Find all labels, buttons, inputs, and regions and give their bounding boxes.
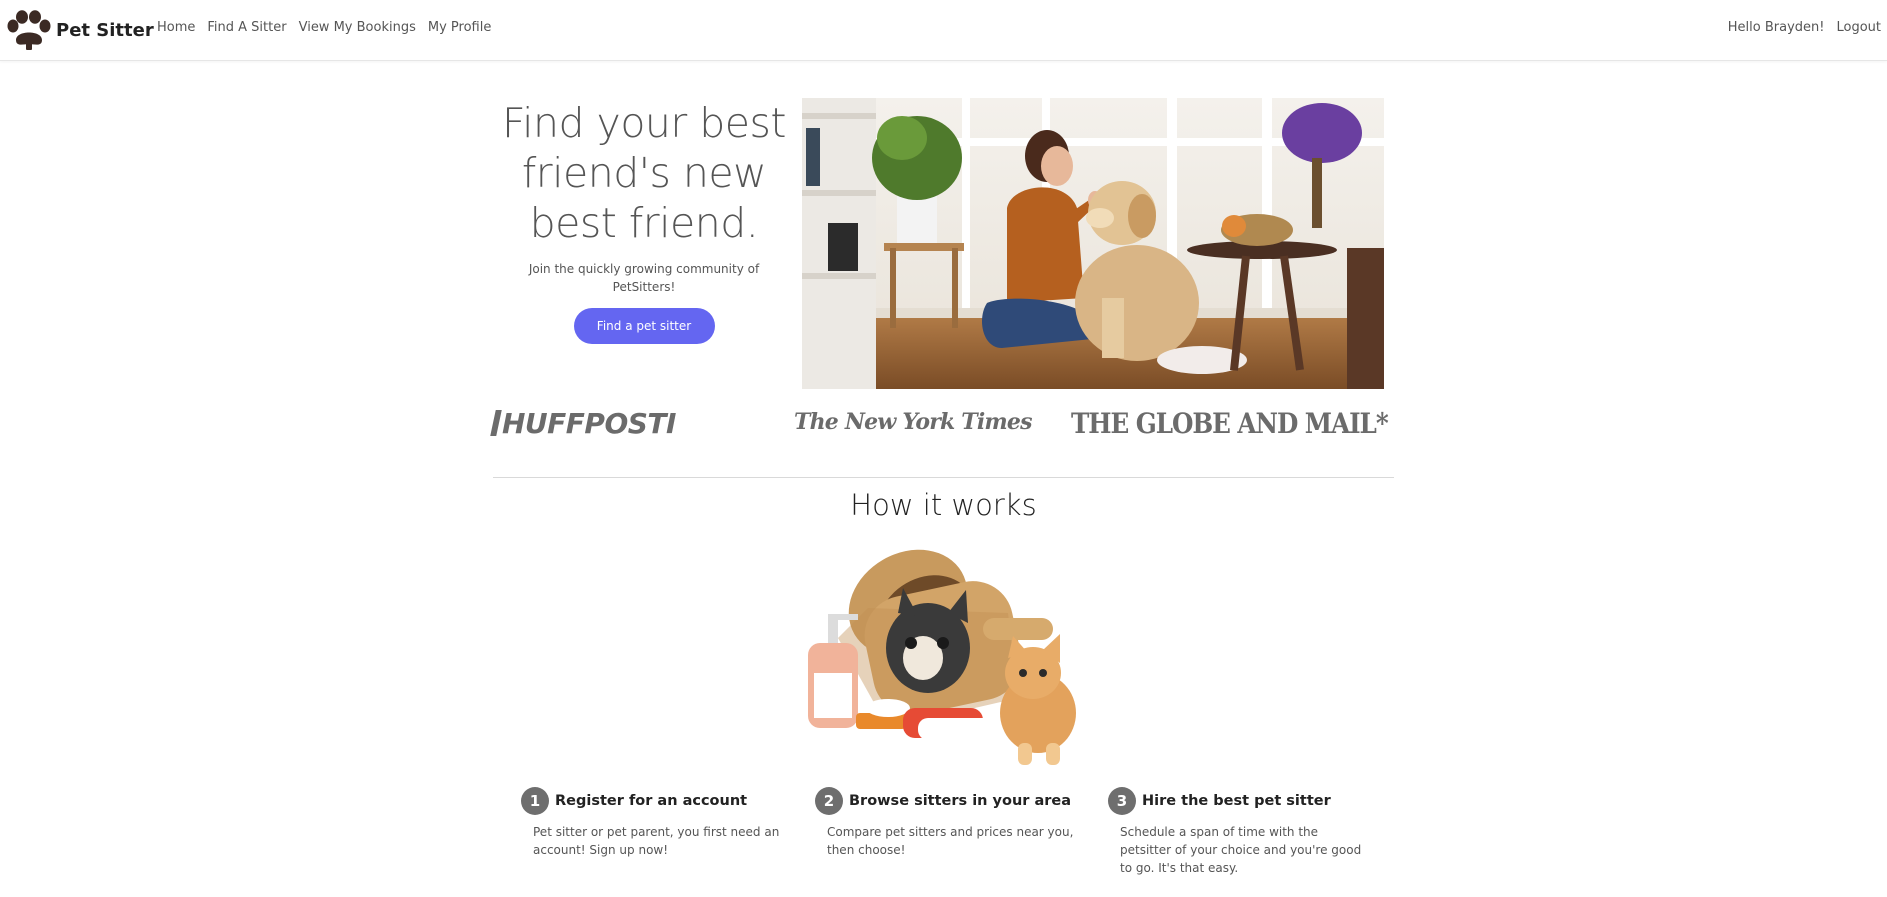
brand-link[interactable]: Pet Sitter: [6, 10, 154, 50]
section-divider: [493, 477, 1394, 478]
nav-my-profile[interactable]: My Profile: [428, 20, 491, 35]
step-number-badge: 2: [815, 787, 843, 815]
step-number-badge: 3: [1108, 787, 1136, 815]
nav-view-my-bookings[interactable]: View My Bookings: [299, 20, 416, 35]
find-pet-sitter-button[interactable]: Find a pet sitter: [573, 308, 715, 344]
globe-and-mail-logo: THE GLOBE AND MAIL*: [1071, 407, 1389, 440]
nav-user-area: Hello Brayden! Logout: [1716, 20, 1881, 35]
nav-home[interactable]: Home: [157, 20, 195, 35]
press-logos: HUFFPOSTI The New York Times THE GLOBE A…: [490, 403, 1393, 445]
step-2: 2 Browse sitters in your area Compare pe…: [815, 787, 1085, 859]
step-title: Browse sitters in your area: [849, 793, 1072, 809]
step-2-header: 2 Browse sitters in your area: [815, 787, 1085, 815]
hero-text: Find your best friend's new best friend.…: [500, 98, 788, 344]
user-greeting: Hello Brayden!: [1727, 20, 1825, 35]
huffpost-logo: HUFFPOSTI: [490, 407, 676, 440]
step-1: 1 Register for an account Pet sitter or …: [521, 787, 791, 859]
step-title: Hire the best pet sitter: [1142, 793, 1331, 809]
hero-title: Find your best friend's new best friend.: [502, 99, 786, 247]
nav-links: Home Find A Sitter View My Bookings My P…: [157, 20, 503, 35]
step-description: Compare pet sitters and prices near you,…: [827, 825, 1074, 857]
hero-photo-woman-and-dog: [802, 98, 1384, 389]
step-description: Pet sitter or pet parent, you first need…: [533, 825, 780, 857]
step-1-header: 1 Register for an account: [521, 787, 791, 815]
brand-name: Pet Sitter: [56, 19, 154, 41]
step-3: 3 Hire the best pet sitter Schedule a sp…: [1108, 787, 1378, 877]
step-title: Register for an account: [555, 793, 748, 809]
step-description: Schedule a span of time with the petsitt…: [1120, 825, 1362, 875]
step-3-header: 3 Hire the best pet sitter: [1108, 787, 1378, 815]
hero-subtitle: Join the quickly growing community of Pe…: [528, 262, 760, 294]
how-it-works-title: How it works: [850, 488, 1037, 522]
paw-print-icon: [7, 10, 51, 50]
nyt-logo: The New York Times: [794, 409, 1032, 435]
how-it-works-photo-dog-and-kitten: [808, 548, 1082, 773]
step-number-badge: 1: [521, 787, 549, 815]
huffpost-logo-text: HUFFPOSTI: [502, 407, 676, 440]
logout-link[interactable]: Logout: [1836, 20, 1881, 35]
nav-find-a-sitter[interactable]: Find A Sitter: [207, 20, 286, 35]
top-navbar: Pet Sitter Home Find A Sitter View My Bo…: [0, 0, 1887, 61]
